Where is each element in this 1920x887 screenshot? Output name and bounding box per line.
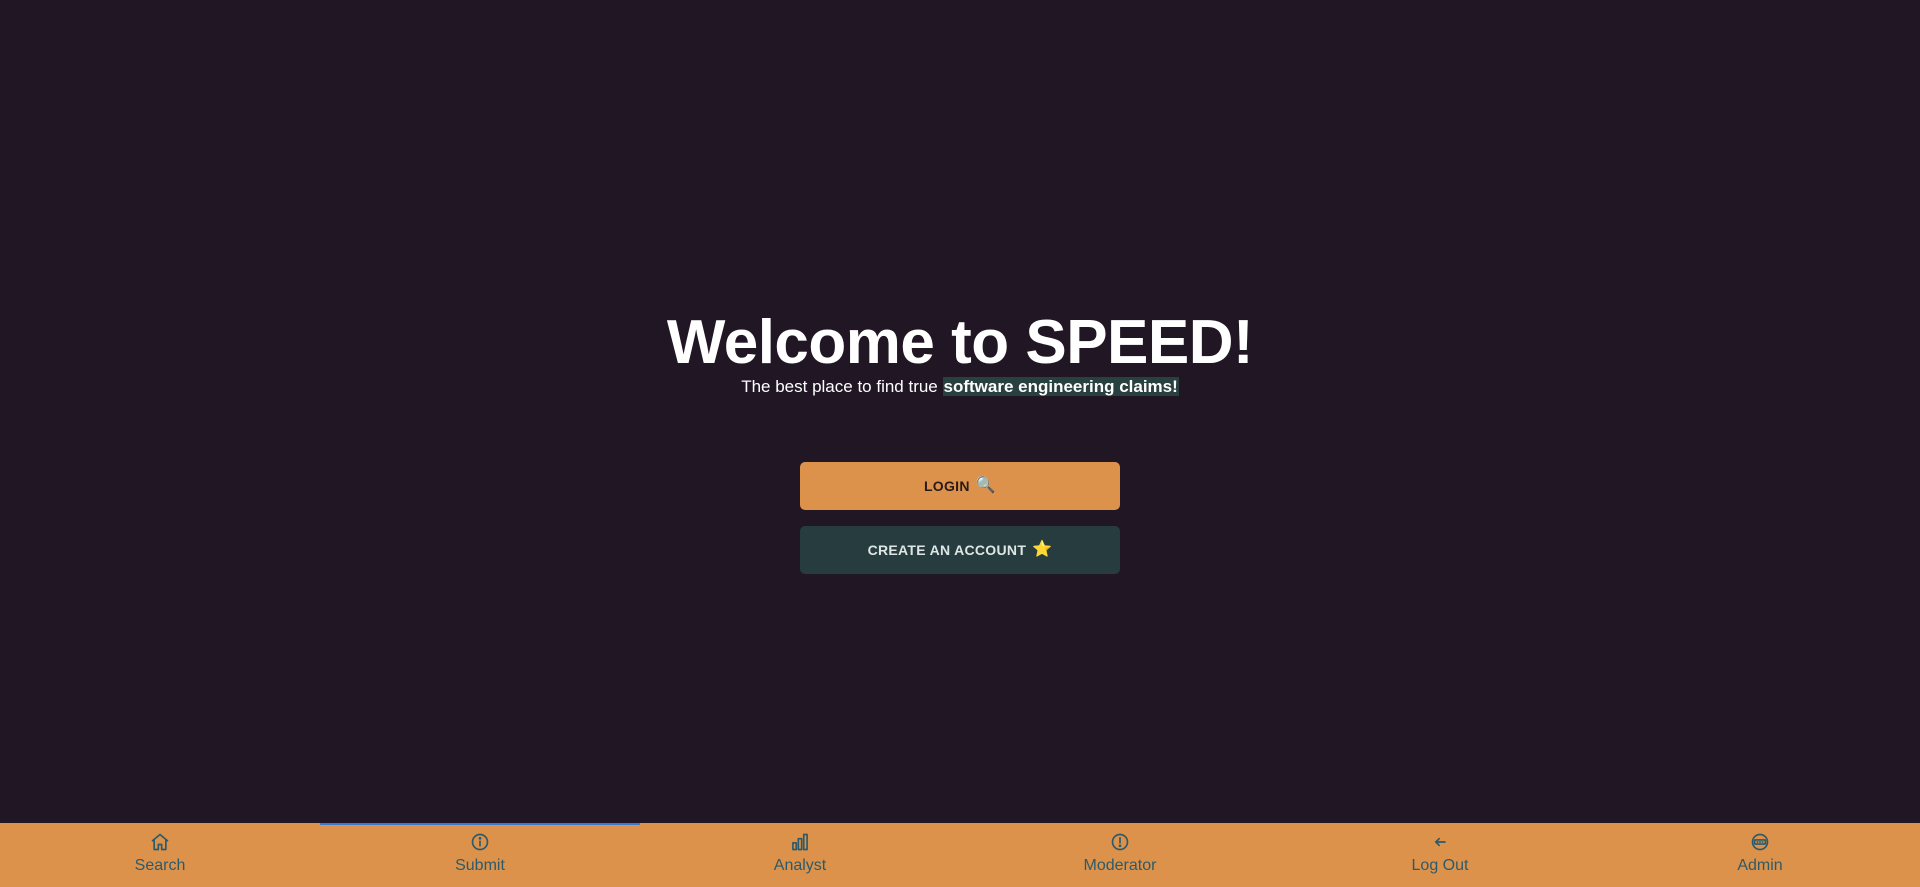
nav-label-log-out: Log Out [1411, 857, 1469, 874]
page: Welcome to SPEED! The best place to find… [0, 0, 1920, 887]
login-button[interactable]: LOGIN 🔍 [800, 462, 1120, 510]
bar-chart-icon [790, 832, 810, 852]
nav-item-admin[interactable]: Admin [1600, 823, 1920, 887]
nav-label-analyst: Analyst [773, 857, 827, 874]
info-icon [470, 832, 490, 852]
hero-section: Welcome to SPEED! The best place to find… [0, 0, 1920, 823]
nav-item-moderator[interactable]: Moderator [960, 823, 1280, 887]
home-icon [150, 832, 170, 852]
bottom-navigation: Search Submit Analyst Moderator Log Out … [0, 823, 1920, 887]
alert-icon [1110, 832, 1130, 852]
admin-icon [1750, 832, 1770, 852]
nav-label-admin: Admin [1737, 857, 1783, 874]
nav-item-search[interactable]: Search [0, 823, 320, 887]
nav-label-submit: Submit [455, 857, 505, 874]
page-title: Welcome to SPEED! [666, 308, 1254, 377]
nav-item-log-out[interactable]: Log Out [1280, 823, 1600, 887]
login-button-label: LOGIN [923, 478, 970, 494]
page-subtitle: The best place to find true software eng… [0, 376, 1920, 398]
subtitle-text: The best place to find true [741, 377, 943, 396]
nav-label-moderator: Moderator [1083, 857, 1157, 874]
star-icon: ⭐ [1032, 541, 1053, 558]
create-account-button-label: CREATE AN ACCOUNT [867, 542, 1027, 558]
nav-item-analyst[interactable]: Analyst [640, 823, 960, 887]
subtitle-highlight: software engineering claims! [942, 377, 1179, 396]
magnifier-icon: 🔍 [975, 477, 997, 494]
nav-label-search: Search [134, 857, 186, 874]
nav-item-submit[interactable]: Submit [320, 823, 640, 887]
arrow-left-icon [1430, 832, 1450, 852]
create-account-button[interactable]: CREATE AN ACCOUNT ⭐ [800, 526, 1120, 574]
